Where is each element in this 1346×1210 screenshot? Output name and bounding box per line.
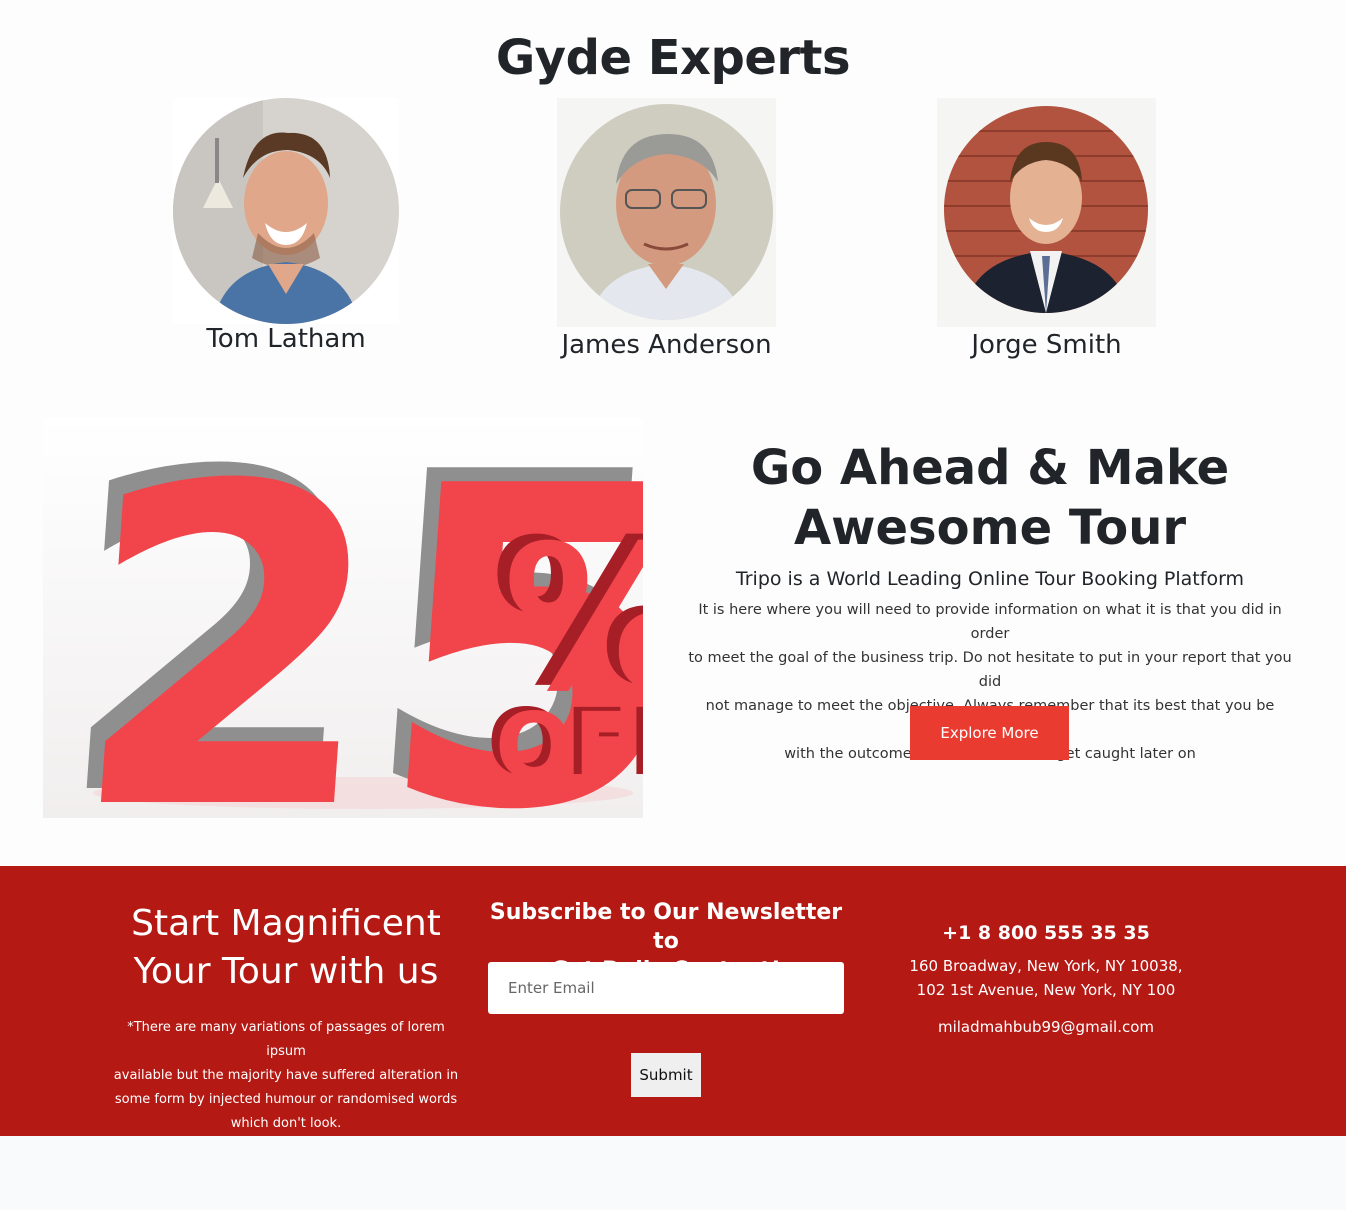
footer-note-line: available but the majority have suffered… <box>113 1068 459 1083</box>
newsletter-email-input[interactable] <box>488 962 844 1014</box>
page-bottom-strip <box>0 1136 1346 1210</box>
discount-off: OFF <box>495 693 643 800</box>
footer-title-line-1: Start Magnificent <box>131 903 441 944</box>
expert-card-james-anderson: James Anderson <box>557 98 776 364</box>
promo-title-line-1: Go Ahead & Make <box>750 440 1230 496</box>
promo-title-line-2: Awesome Tour <box>793 500 1187 556</box>
expert-avatar <box>944 106 1148 313</box>
expert-avatar <box>560 104 773 320</box>
discount-banner-image: 25 25 % % OFF OFF <box>43 418 643 818</box>
expert-photo-frame <box>937 98 1156 327</box>
contact-email[interactable]: miladmahbub99@gmail.com <box>896 1018 1196 1036</box>
expert-name: Tom Latham <box>206 324 366 354</box>
footer-note-line: which don't look. <box>230 1116 342 1131</box>
expert-card-tom-latham: Tom Latham <box>173 98 399 358</box>
expert-name: James Anderson <box>561 330 772 360</box>
footer-title: Start Magnificent Your Tour with us <box>96 900 476 996</box>
newsletter-submit-button[interactable]: Submit <box>631 1053 701 1097</box>
expert-name: Jorge Smith <box>971 330 1122 360</box>
footer-note-line: *There are many variations of passages o… <box>127 1020 445 1059</box>
contact-address-line-1: 160 Broadway, New York, NY 10038, <box>909 957 1183 975</box>
experts-title: Gyde Experts <box>495 30 851 86</box>
expert-photo-frame <box>557 98 776 327</box>
footer-note: *There are many variations of passages o… <box>106 1016 466 1136</box>
expert-card-jorge-smith: Jorge Smith <box>937 98 1156 364</box>
contact-address: 160 Broadway, New York, NY 10038, 102 1s… <box>896 954 1196 1002</box>
contact-address-line-2: 102 1st Avenue, New York, NY 100 <box>916 981 1176 999</box>
promo-title: Go Ahead & Make Awesome Tour <box>680 438 1300 558</box>
newsletter-title-line-1: Subscribe to Our Newsletter to <box>489 900 843 954</box>
contact-phone[interactable]: +1 8 800 555 35 35 <box>896 922 1196 944</box>
footer-note-line: some form by injected humour or randomis… <box>114 1092 458 1107</box>
expert-avatar <box>173 98 399 324</box>
footer: Start Magnificent Your Tour with us *The… <box>0 866 1346 1136</box>
promo-description-line: It is here where you will need to provid… <box>698 602 1282 642</box>
promo-description-line: to meet the goal of the business trip. D… <box>688 650 1292 690</box>
promo-subtitle: Tripo is a World Leading Online Tour Boo… <box>735 568 1245 590</box>
page: Gyde Experts Tom Latham James Anderson J… <box>0 0 1346 1210</box>
footer-title-line-2: Your Tour with us <box>133 951 439 992</box>
explore-more-button[interactable]: Explore More <box>910 706 1069 760</box>
expert-photo-frame <box>173 98 399 324</box>
